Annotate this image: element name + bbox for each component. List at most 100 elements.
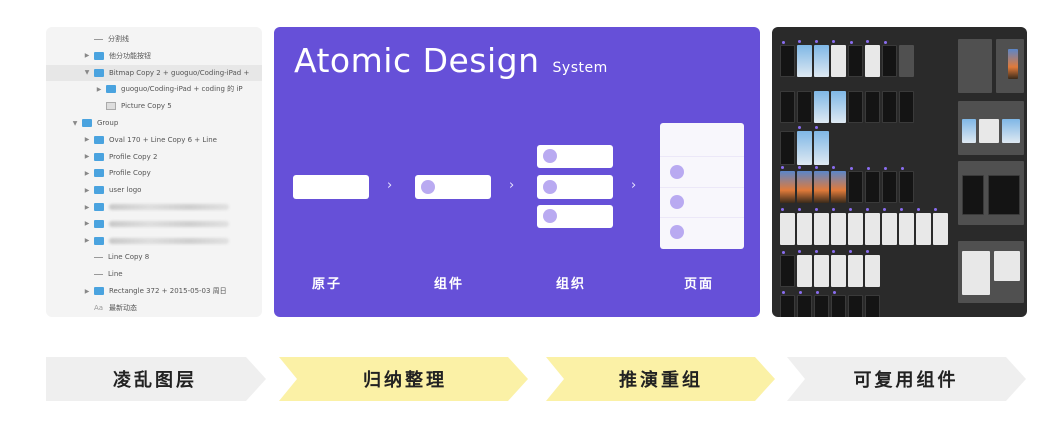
layer-row[interactable]: Picture Copy 5 <box>46 98 262 114</box>
layer-row[interactable]: ▼ Group <box>46 115 262 131</box>
layer-row[interactable]: ▶ Profile Copy <box>46 165 262 181</box>
disclosure-open-icon[interactable]: ▼ <box>72 120 78 127</box>
screen-thumbnail <box>780 131 795 165</box>
layer-label: Line Copy 8 <box>108 253 150 262</box>
layer-row[interactable]: ▼ Bitmap Copy 2 + guoguo/Coding-iPad + <box>46 64 262 81</box>
process-step-label: 可复用组件 <box>853 370 959 391</box>
screen-thumbnail <box>797 166 812 203</box>
screen-thumbnail <box>814 40 829 77</box>
process-step-label: 归纳整理 <box>363 370 447 391</box>
chevron-right-icon: › <box>387 178 393 193</box>
disclosure-closed-icon[interactable]: ▶ <box>84 204 90 211</box>
layer-label: Picture Copy 5 <box>121 102 172 111</box>
line-icon <box>94 273 103 275</box>
screen-thumbnail <box>814 166 829 203</box>
screen-thumbnail <box>848 91 863 123</box>
screen-thumbnail <box>780 91 795 123</box>
layer-label: 最新动态 <box>109 303 137 312</box>
folder-icon <box>82 119 92 127</box>
page-dot <box>670 195 684 209</box>
disclosure-closed-icon[interactable]: ▶ <box>84 52 90 59</box>
component-board <box>772 27 1027 317</box>
molecule-dot <box>421 180 435 194</box>
layer-row[interactable]: ▶ Oval 170 + Line Copy 6 + Line <box>46 132 262 148</box>
screen-thumbnail <box>994 251 1020 281</box>
page-shape <box>660 123 744 249</box>
atom-shape <box>293 175 369 199</box>
chevron-right-icon: › <box>509 178 515 193</box>
folder-icon <box>94 68 104 77</box>
organism-dot <box>543 180 557 194</box>
atomic-subtitle: System <box>552 60 608 76</box>
screen-thumbnail <box>780 208 795 245</box>
screen-thumbnail <box>958 39 992 93</box>
stage-label-molecule: 组件 <box>434 277 465 292</box>
layer-row[interactable]: ▶ Profile Copy 2 <box>46 149 262 165</box>
disclosure-closed-icon[interactable]: ▶ <box>84 187 90 194</box>
folder-icon <box>94 287 104 295</box>
organism-dot <box>543 209 557 223</box>
stage-label-atom: 原子 <box>312 277 343 292</box>
layer-row[interactable]: ▶ <box>46 216 262 232</box>
page-dot <box>670 225 684 239</box>
layer-row[interactable]: Line <box>46 266 262 282</box>
layer-row[interactable]: ▶ Rectangle 372 + 2015-05-03 周日 <box>46 283 262 299</box>
screen-thumbnail <box>848 167 863 203</box>
screen-thumbnail <box>865 40 880 77</box>
blurred-layer-label <box>109 204 229 210</box>
layer-row[interactable]: ▶ <box>46 233 262 249</box>
layer-row[interactable]: ▶ <box>46 199 262 215</box>
folder-icon <box>94 236 104 245</box>
screen-thumbnail <box>1002 119 1020 143</box>
screen-thumbnail <box>780 251 795 287</box>
layer-label: 他分功能按钮 <box>109 51 151 60</box>
layer-label: Group <box>97 119 119 127</box>
disclosure-closed-icon[interactable]: ▶ <box>96 86 102 93</box>
screen-thumbnail <box>848 41 863 77</box>
layer-row[interactable]: 分割线 <box>46 31 262 47</box>
stage-label-page: 页面 <box>684 277 715 292</box>
screen-thumbnail <box>882 208 897 245</box>
folder-icon <box>94 169 104 178</box>
process-step-1: 凌乱图层 <box>60 357 250 401</box>
screen-thumbnail <box>797 291 812 317</box>
layer-row[interactable]: Aa 最新动态 <box>46 300 262 316</box>
layer-row[interactable]: ▶ user logo <box>46 182 262 198</box>
atomic-design-panel: Atomic Design System › › › 原子 组件 组织 页面 <box>274 27 760 317</box>
screen-thumbnail <box>797 126 812 165</box>
layer-row[interactable]: ▶ guoguo/Coding-iPad + coding 的 iP <box>46 81 262 97</box>
screen-thumbnail <box>831 250 846 287</box>
screen-thumbnail <box>831 291 846 317</box>
screen-thumbnail <box>814 91 829 123</box>
screen-thumbnail <box>865 250 880 287</box>
line-icon <box>94 256 103 258</box>
screen-thumbnail <box>814 208 829 245</box>
disclosure-closed-icon[interactable]: ▶ <box>84 136 90 143</box>
blurred-layer-label <box>109 237 229 244</box>
layer-label: Rectangle 372 + 2015-05-03 周日 <box>109 287 227 295</box>
process-step-label: 推演重组 <box>619 370 703 391</box>
layer-label: Profile Copy 2 <box>109 152 158 161</box>
layer-label: Oval 170 + Line Copy 6 + Line <box>109 135 217 144</box>
layer-row[interactable]: ▶ 他分功能按钮 <box>46 48 262 64</box>
screen-thumbnail <box>988 175 1020 215</box>
screen-thumbnail <box>899 167 914 203</box>
screen-thumbnail <box>916 208 931 245</box>
layer-row[interactable]: Line Copy 8 <box>46 249 262 265</box>
screen-thumbnail <box>780 41 795 77</box>
disclosure-closed-icon[interactable]: ▶ <box>84 170 90 177</box>
line-icon <box>94 38 103 40</box>
screen-thumbnail <box>933 208 948 245</box>
disclosure-closed-icon[interactable]: ▶ <box>84 220 90 227</box>
chevron-right-icon: › <box>631 178 637 193</box>
disclosure-closed-icon[interactable]: ▶ <box>84 288 90 295</box>
screen-thumbnail <box>979 119 999 143</box>
disclosure-closed-icon[interactable]: ▶ <box>84 153 90 160</box>
layer-label: Line <box>108 270 123 279</box>
disclosure-open-icon[interactable]: ▼ <box>84 69 90 76</box>
folder-icon <box>94 219 104 228</box>
screen-thumbnail <box>848 250 863 287</box>
disclosure-closed-icon[interactable]: ▶ <box>84 237 90 244</box>
process-step-label: 凌乱图层 <box>113 370 197 391</box>
screen-thumbnail <box>831 40 846 77</box>
